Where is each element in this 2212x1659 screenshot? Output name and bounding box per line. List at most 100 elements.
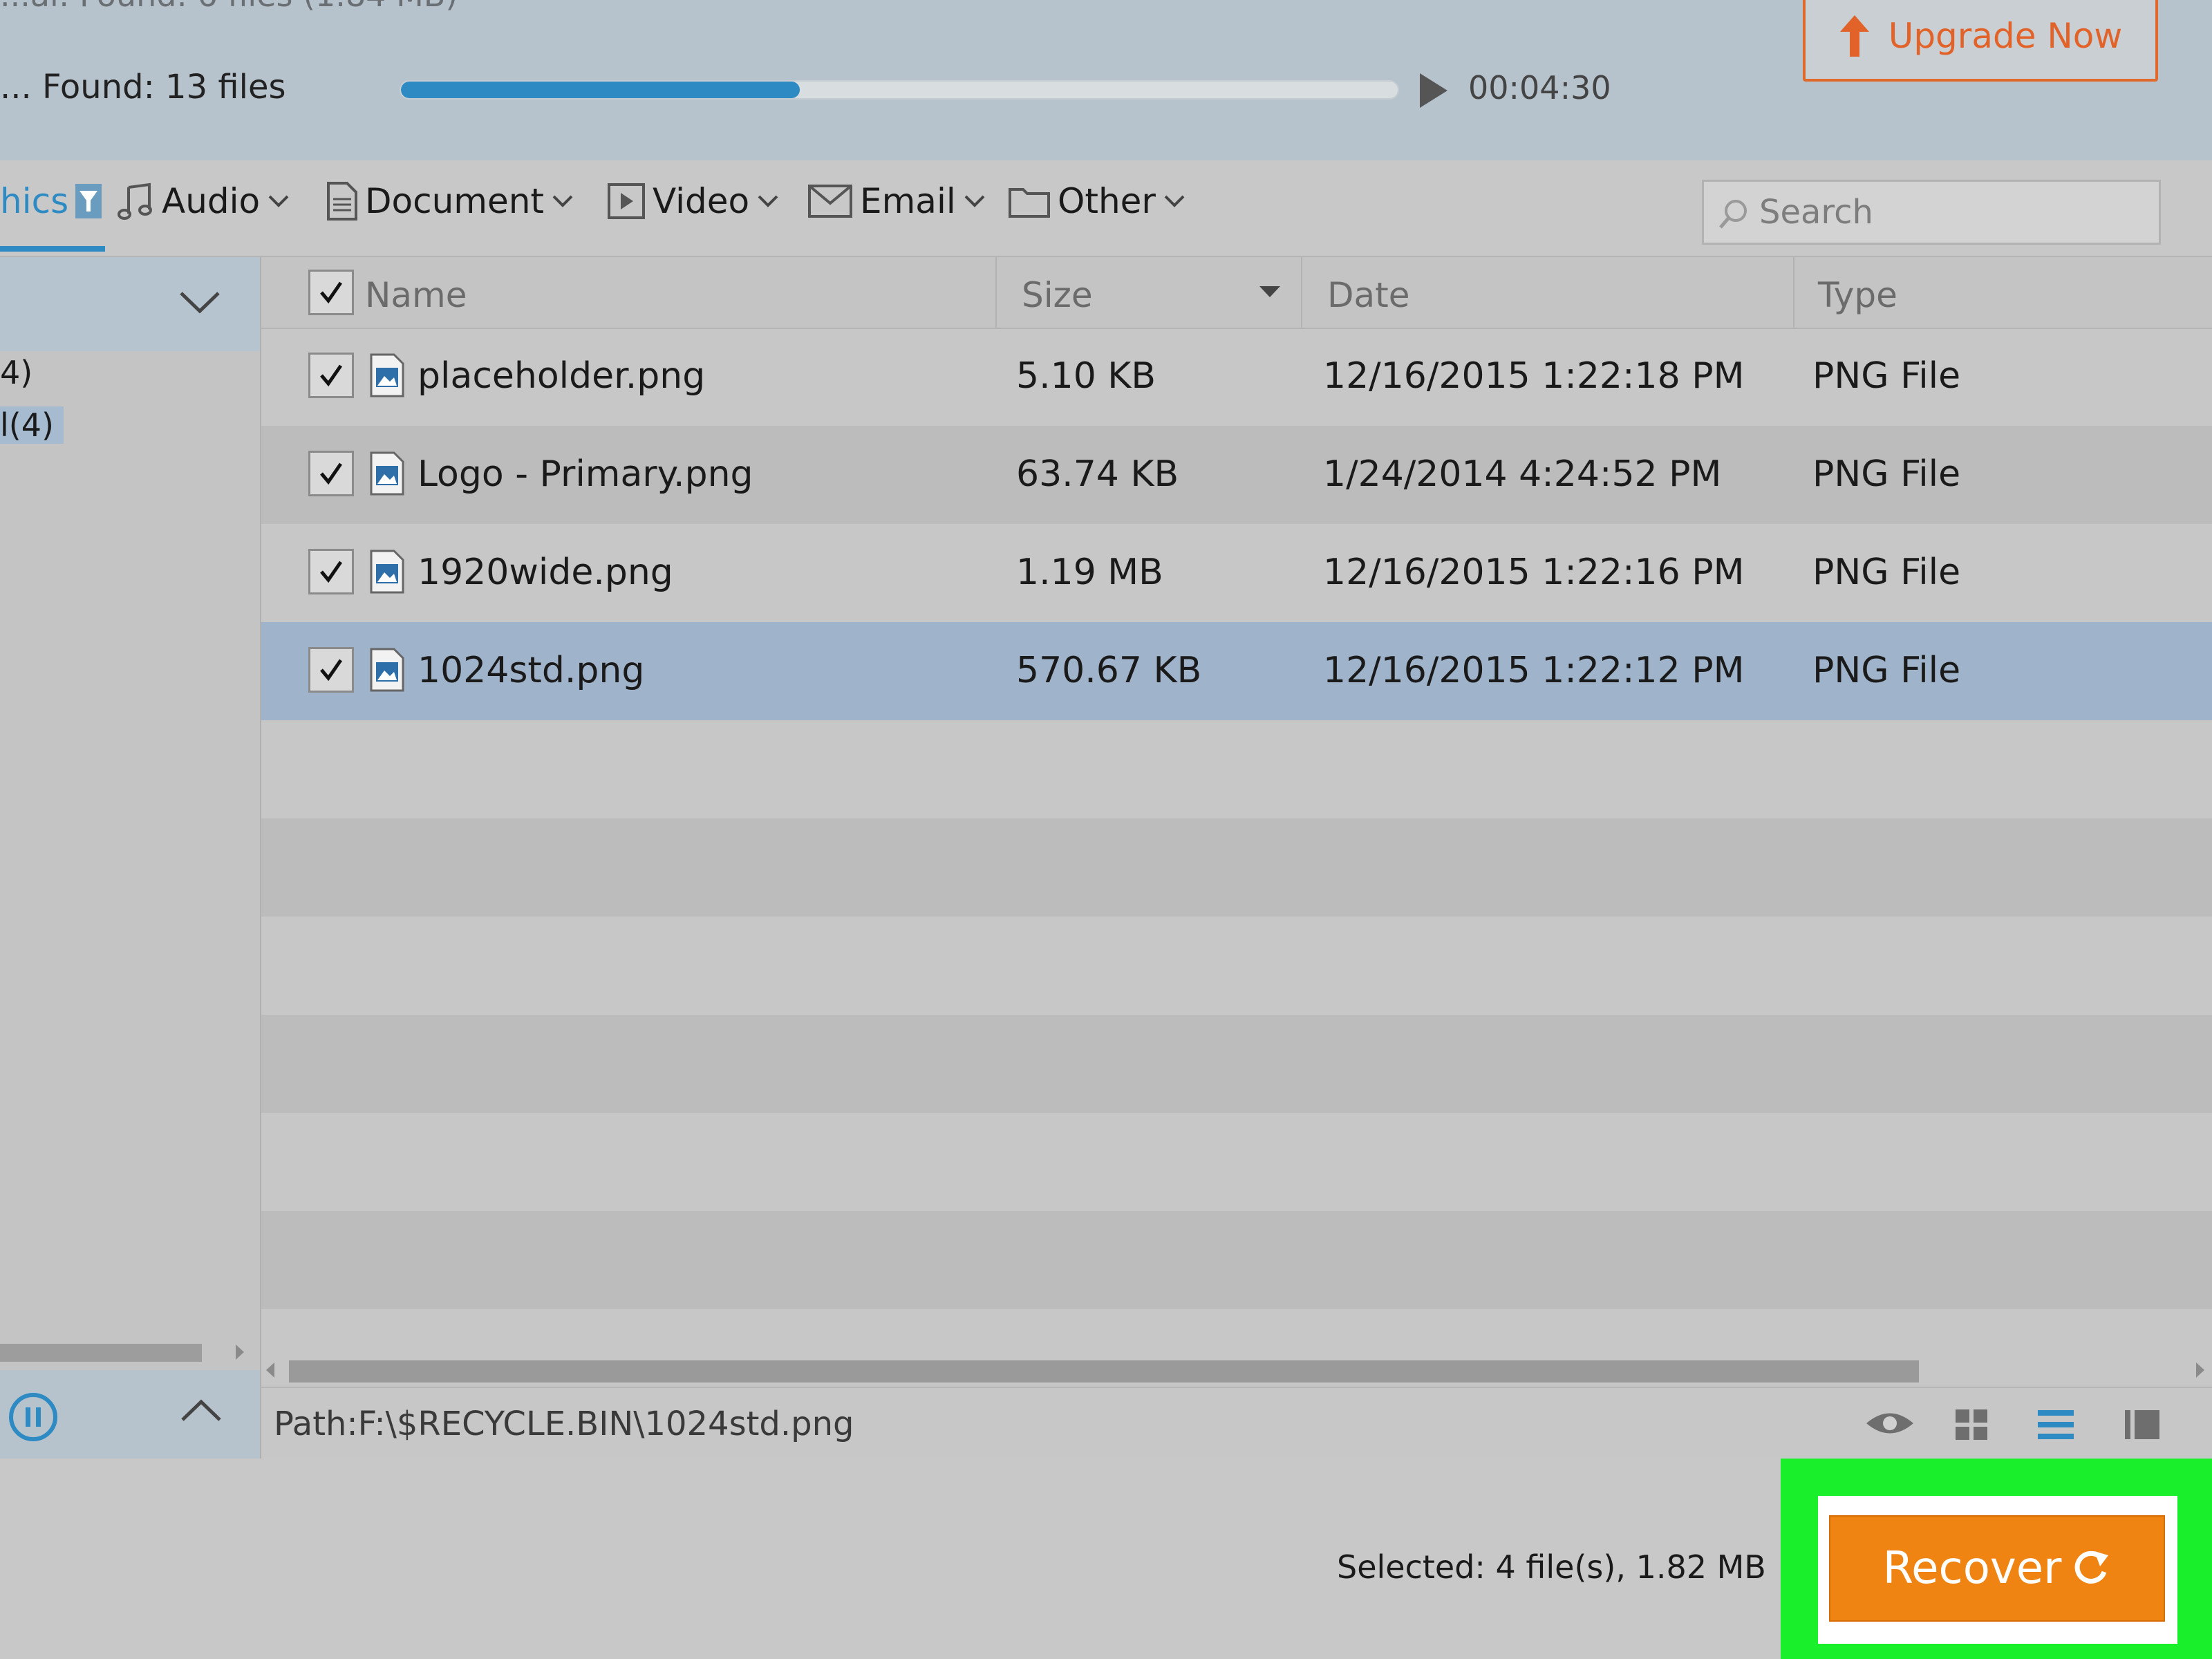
checkmark-icon	[320, 364, 343, 387]
cell-name: Logo - Primary.png	[418, 453, 753, 495]
image-file-icon	[369, 451, 405, 496]
bottom-bar: Selected: 4 file(s), 1.82 MB Recover	[0, 1459, 2212, 1659]
checkmark-icon	[320, 462, 343, 485]
chevron-down-icon	[1164, 195, 1185, 207]
select-all-checkbox[interactable]	[308, 270, 354, 315]
column-divider[interactable]	[1793, 257, 1794, 328]
path-bar: Path:F:\$RECYCLE.BIN\1024std.png	[261, 1387, 2212, 1459]
detail-view-icon[interactable]	[2124, 1407, 2161, 1442]
file-path-text: Path:F:\$RECYCLE.BIN\1024std.png	[274, 1405, 854, 1443]
cell-size: 570.67 KB	[1016, 650, 1202, 691]
row-checkbox[interactable]	[308, 353, 354, 398]
cell-date: 12/16/2015 1:22:12 PM	[1323, 650, 1745, 691]
filter-email[interactable]: Email	[807, 181, 986, 221]
pause-icon[interactable]	[7, 1391, 59, 1443]
empty-row	[261, 1113, 2212, 1211]
filter-audio-label: Audio	[162, 181, 261, 221]
cell-name: 1024std.png	[418, 650, 645, 691]
upgrade-now-label: Upgrade Now	[1888, 16, 2123, 56]
image-file-icon	[369, 353, 405, 398]
search-input[interactable]	[1759, 193, 2133, 232]
folder-tree-pane: 4) l(4)	[0, 257, 262, 1459]
filter-graphics[interactable]: hics	[0, 181, 102, 221]
tree-item-selected[interactable]: l(4)	[0, 406, 64, 444]
scan-progress-bar	[400, 80, 1399, 100]
filter-video-label: Video	[653, 181, 750, 221]
filter-other[interactable]: Other	[1008, 181, 1186, 221]
checkmark-icon	[320, 659, 343, 682]
cell-size: 63.74 KB	[1016, 453, 1179, 495]
search-icon	[1719, 200, 1747, 229]
scan-header: ...al: Found: 6 files (1.84 MB) ... Foun…	[0, 0, 2212, 162]
cell-size: 1.19 MB	[1016, 552, 1163, 593]
image-file-icon	[369, 549, 405, 594]
cell-name: placeholder.png	[418, 355, 706, 397]
column-name[interactable]: Name	[365, 275, 467, 315]
column-header-row: Name Size Date Type	[261, 257, 2212, 329]
cell-size: 5.10 KB	[1016, 355, 1156, 397]
image-file-icon	[369, 647, 405, 693]
row-checkbox[interactable]	[308, 647, 354, 693]
recover-button[interactable]: Recover	[1829, 1515, 2165, 1622]
table-row[interactable]: placeholder.png 5.10 KB 12/16/2015 1:22:…	[261, 328, 2212, 426]
column-type[interactable]: Type	[1818, 275, 1897, 315]
checkmark-icon	[320, 281, 343, 304]
search-box[interactable]	[1702, 180, 2161, 245]
elapsed-time: 00:04:30	[1468, 69, 1611, 106]
scroll-right-icon[interactable]	[234, 1342, 246, 1362]
table-row[interactable]: Logo - Primary.png 63.74 KB 1/24/2014 4:…	[261, 426, 2212, 524]
filter-document-label: Document	[365, 181, 545, 221]
file-list-horizontal-scrollbar[interactable]	[261, 1353, 2212, 1387]
play-icon[interactable]	[1417, 72, 1449, 109]
tree-scroll-thumb[interactable]	[0, 1344, 202, 1362]
filter-graphics-label: hics	[0, 181, 69, 221]
table-row-selected[interactable]: 1024std.png 570.67 KB 12/16/2015 1:22:12…	[261, 622, 2212, 720]
table-row[interactable]: 1920wide.png 1.19 MB 12/16/2015 1:22:16 …	[261, 524, 2212, 622]
thumbnail-view-icon[interactable]	[1953, 1407, 1989, 1442]
scroll-left-icon[interactable]	[264, 1360, 276, 1380]
recover-label: Recover	[1882, 1543, 2062, 1594]
cell-type: PNG File	[1812, 355, 1961, 397]
filter-document[interactable]: Document	[326, 181, 574, 221]
cell-type: PNG File	[1812, 552, 1961, 593]
list-view-icon[interactable]	[2036, 1407, 2075, 1442]
selected-summary: Selected: 4 file(s), 1.82 MB	[1337, 1548, 1766, 1586]
empty-row	[261, 917, 2212, 1015]
video-icon	[608, 183, 645, 219]
filter-icon	[75, 184, 102, 218]
tree-horizontal-scrollbar[interactable]	[0, 1340, 249, 1365]
filter-email-label: Email	[860, 181, 956, 221]
chevron-up-icon[interactable]	[180, 1398, 223, 1424]
row-checkbox[interactable]	[308, 549, 354, 594]
preview-eye-icon[interactable]	[1864, 1407, 1916, 1439]
filter-other-label: Other	[1058, 181, 1156, 221]
file-list-scroll-thumb[interactable]	[289, 1360, 1919, 1382]
column-divider[interactable]	[995, 257, 997, 328]
cell-date: 1/24/2014 4:24:52 PM	[1323, 453, 1722, 495]
cell-date: 12/16/2015 1:22:16 PM	[1323, 552, 1745, 593]
tree-header	[0, 257, 260, 351]
column-date[interactable]: Date	[1327, 275, 1410, 315]
refresh-arrow-icon	[2075, 1550, 2109, 1584]
chevron-down-icon	[552, 195, 573, 207]
file-type-filter-bar: hics Audio Document Video Email Other	[0, 160, 2212, 257]
filter-video[interactable]: Video	[607, 181, 780, 221]
tree-item[interactable]: 4)	[0, 354, 32, 391]
scroll-right-icon[interactable]	[2194, 1360, 2206, 1380]
row-checkbox[interactable]	[308, 451, 354, 496]
upgrade-now-button[interactable]: Upgrade Now	[1803, 0, 2158, 82]
cell-type: PNG File	[1812, 453, 1961, 495]
arrow-up-icon	[1839, 15, 1869, 57]
empty-row	[261, 1211, 2212, 1309]
empty-row	[261, 1015, 2212, 1113]
chevron-down-icon	[964, 195, 985, 207]
checkmark-icon	[320, 561, 343, 583]
column-size[interactable]: Size	[1022, 275, 1093, 315]
column-divider[interactable]	[1301, 257, 1302, 328]
chevron-down-icon	[758, 195, 778, 207]
chevron-down-icon[interactable]	[178, 289, 221, 315]
filter-audio[interactable]: Audio	[116, 181, 290, 221]
empty-row	[261, 818, 2212, 917]
sort-desc-icon	[1259, 286, 1280, 297]
cell-type: PNG File	[1812, 650, 1961, 691]
